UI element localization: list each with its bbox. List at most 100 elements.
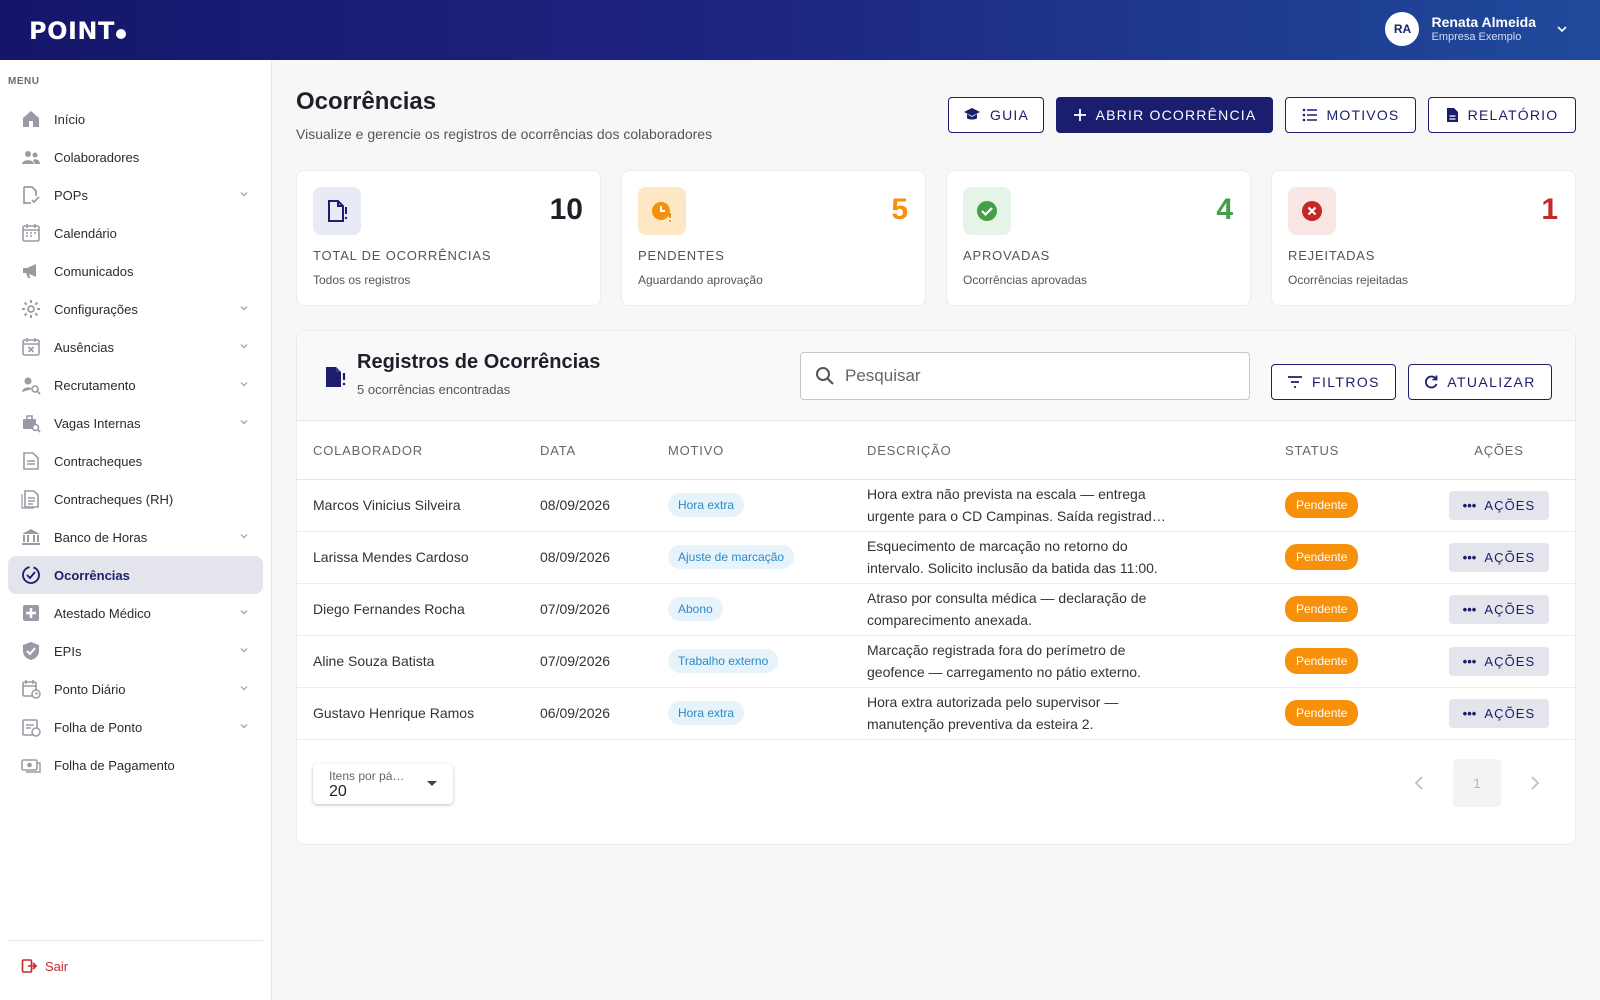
reasons-button-label: MOTIVOS bbox=[1326, 107, 1400, 123]
chevron-down-icon bbox=[239, 531, 249, 544]
page-number-button[interactable]: 1 bbox=[1453, 759, 1501, 807]
sidebar-item-banco-de-horas[interactable]: Banco de Horas bbox=[8, 518, 263, 556]
sidebar-item-atestado-medico[interactable]: Atestado Médico bbox=[8, 594, 263, 632]
occurrence-description: Marcação registrada fora do perímetro de… bbox=[867, 642, 1141, 680]
table-row[interactable]: Gustavo Henrique Ramos 06/09/2026 Hora ext… bbox=[297, 687, 1575, 740]
sidebar-item-label: Contracheques bbox=[54, 453, 143, 469]
reason-chip: Hora extra bbox=[668, 493, 745, 517]
sidebar-item-contracheques-rh[interactable]: Contracheques (RH) bbox=[8, 480, 263, 518]
occurrence-date: 06/09/2026 bbox=[540, 687, 668, 740]
sidebar-item-contracheques[interactable]: Contracheques bbox=[8, 442, 263, 480]
refresh-icon bbox=[1425, 375, 1438, 389]
column-header[interactable]: STATUS bbox=[1285, 422, 1423, 480]
search-input[interactable] bbox=[845, 366, 1225, 386]
chevron-down-icon bbox=[239, 607, 249, 620]
more-horizontal-icon: ••• bbox=[1462, 549, 1477, 565]
reason-chip: Trabalho externo bbox=[668, 649, 779, 673]
actions-button[interactable]: ••• AÇÕES bbox=[1448, 542, 1550, 572]
filters-label: FILTROS bbox=[1312, 374, 1380, 390]
sidebar-item-ocorrencias[interactable]: Ocorrências bbox=[8, 556, 263, 594]
search-box[interactable] bbox=[800, 352, 1250, 400]
chevron-down-icon[interactable] bbox=[1556, 23, 1568, 35]
items-per-page-select[interactable]: Itens por pá… 20 bbox=[313, 764, 453, 804]
records-panel: Registros de Ocorrências 5 ocorrências e… bbox=[296, 330, 1576, 845]
page-title: Ocorrências bbox=[296, 88, 437, 115]
records-count: 5 ocorrências encontradas bbox=[357, 382, 511, 397]
app-logo[interactable]: POINT bbox=[29, 17, 126, 45]
sidebar-item-recrutamento[interactable]: Recrutamento bbox=[8, 366, 263, 404]
records-header: Registros de Ocorrências 5 ocorrências e… bbox=[297, 331, 1575, 421]
sidebar-item-label: Folha de Ponto bbox=[54, 719, 143, 735]
chevron-down-icon bbox=[239, 645, 249, 658]
occurrence-description: Hora extra autorizada pelo supervisor — … bbox=[867, 694, 1119, 732]
more-horizontal-icon: ••• bbox=[1462, 705, 1477, 721]
items-per-page-label: Itens por pá… bbox=[329, 769, 405, 783]
receipt-icon bbox=[21, 451, 41, 471]
sidebar-item-ausencias[interactable]: Ausências bbox=[8, 328, 263, 366]
actions-label: AÇÕES bbox=[1484, 653, 1536, 669]
sidebar-item-epis[interactable]: EPIs bbox=[8, 632, 263, 670]
actions-button[interactable]: ••• AÇÕES bbox=[1448, 490, 1550, 520]
logout-button[interactable]: Sair bbox=[21, 958, 68, 974]
column-header[interactable]: MOTIVO bbox=[668, 422, 867, 480]
actions-label: AÇÕES bbox=[1484, 497, 1536, 513]
clock-alert-icon bbox=[638, 187, 686, 235]
records-table: COLABORADOR DATA MOTIVO DESCRIÇÃO STATUS… bbox=[297, 422, 1575, 740]
sidebar-item-label: Calendário bbox=[54, 225, 117, 241]
table-row[interactable]: Marcos Vinicius Silveira 08/09/2026 Hora e… bbox=[297, 479, 1575, 532]
stat-card-total: 10 TOTAL DE OCORRÊNCIAS Todos os registr… bbox=[296, 170, 601, 306]
actions-button[interactable]: ••• AÇÕES bbox=[1448, 646, 1550, 676]
sidebar-item-calendario[interactable]: Calendário bbox=[8, 214, 263, 252]
plus-icon bbox=[1073, 109, 1086, 121]
actions-button[interactable]: ••• AÇÕES bbox=[1448, 594, 1550, 624]
status-badge: Pendente bbox=[1285, 648, 1359, 674]
person-search-icon bbox=[21, 375, 41, 395]
avatar[interactable]: RA bbox=[1385, 12, 1420, 46]
document-alert-icon bbox=[326, 367, 346, 387]
table-row[interactable]: Diego Fernandes Rocha 07/09/2026 Abono Atra… bbox=[297, 583, 1575, 636]
stat-label: APROVADAS bbox=[963, 248, 1051, 263]
check-circle-icon bbox=[963, 187, 1011, 235]
sidebar-item-vagas-internas[interactable]: Vagas Internas bbox=[8, 404, 263, 442]
gear-icon bbox=[21, 299, 41, 319]
sidebar-item-ponto-diario[interactable]: Ponto Diário bbox=[8, 670, 263, 708]
chevron-down-icon bbox=[239, 721, 249, 734]
user-menu[interactable]: RA Renata Almeida Empresa Exemplo bbox=[1385, 12, 1568, 46]
table-row[interactable]: Larissa Mendes Cardoso 08/09/2026 Ajuste d… bbox=[297, 531, 1575, 584]
sidebar-item-label: Ocorrências bbox=[54, 567, 130, 583]
chevron-right-icon bbox=[1531, 776, 1540, 790]
actions-button[interactable]: ••• AÇÕES bbox=[1448, 698, 1550, 728]
report-button[interactable]: RELATÓRIO bbox=[1428, 97, 1576, 133]
sidebar-item-label: Ausências bbox=[54, 339, 114, 355]
sidebar-item-pops[interactable]: POPs bbox=[8, 176, 263, 214]
filters-button[interactable]: FILTROS bbox=[1271, 364, 1396, 400]
user-company: Empresa Exemplo bbox=[1431, 30, 1522, 43]
sidebar-item-folha-de-pagamento[interactable]: Folha de Pagamento bbox=[8, 746, 263, 784]
column-header[interactable]: DESCRIÇÃO bbox=[867, 422, 1285, 480]
chevron-down-icon bbox=[239, 303, 249, 316]
next-page-button[interactable] bbox=[1511, 759, 1559, 807]
sidebar-item-configuracoes[interactable]: Configurações bbox=[8, 290, 263, 328]
sidebar-item-folha-de-ponto[interactable]: Folha de Ponto bbox=[8, 708, 263, 746]
guide-button[interactable]: GUIA bbox=[948, 97, 1044, 133]
sidebar-item-comunicados[interactable]: Comunicados bbox=[8, 252, 263, 290]
stat-label: TOTAL DE OCORRÊNCIAS bbox=[313, 248, 492, 263]
table-row[interactable]: Aline Souza Batista 07/09/2026 Trabalho ex… bbox=[297, 635, 1575, 688]
chevron-down-icon bbox=[239, 417, 249, 430]
status-badge: Pendente bbox=[1285, 700, 1359, 726]
calendar-x-icon bbox=[21, 337, 41, 357]
guide-button-label: GUIA bbox=[989, 107, 1030, 123]
sidebar-item-colaboradores[interactable]: Colaboradores bbox=[8, 138, 263, 176]
shield-check-icon bbox=[21, 641, 41, 661]
stat-description: Aguardando aprovação bbox=[638, 273, 763, 287]
reasons-button[interactable]: MOTIVOS bbox=[1285, 97, 1416, 133]
prev-page-button[interactable] bbox=[1395, 759, 1443, 807]
stat-description: Ocorrências aprovadas bbox=[963, 273, 1088, 287]
records-title: Registros de Ocorrências bbox=[357, 351, 601, 373]
column-header[interactable]: COLABORADOR bbox=[297, 422, 540, 480]
open-occurrence-button[interactable]: ABRIR OCORRÊNCIA bbox=[1056, 97, 1273, 133]
refresh-button[interactable]: ATUALIZAR bbox=[1408, 364, 1552, 400]
people-icon bbox=[21, 147, 41, 167]
column-header[interactable]: DATA bbox=[540, 422, 668, 480]
sidebar-item-inicio[interactable]: Início bbox=[8, 100, 263, 138]
